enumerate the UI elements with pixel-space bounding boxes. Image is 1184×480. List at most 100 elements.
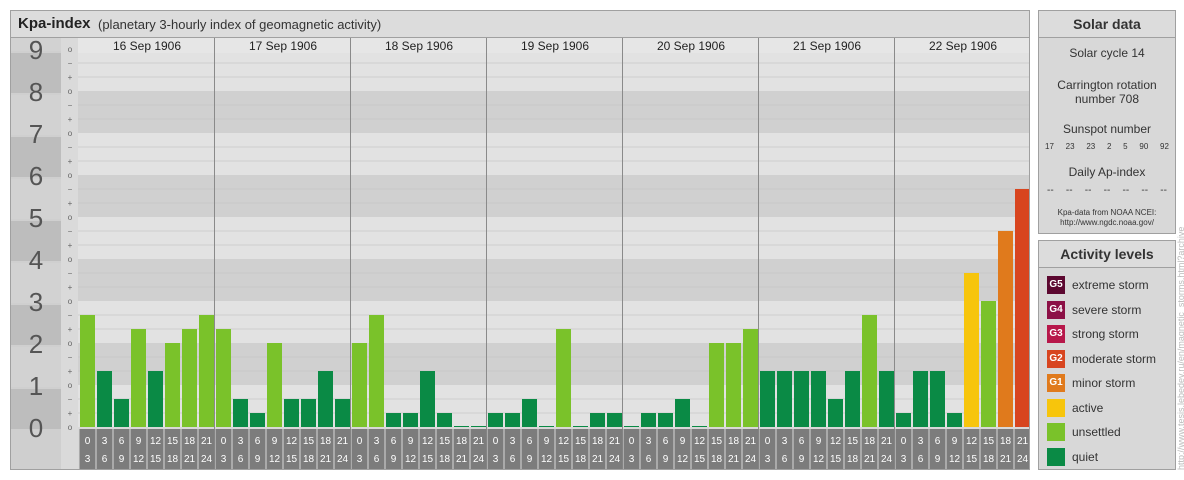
- legend-item: G3 strong storm: [1039, 322, 1175, 347]
- slot-end-label: 9: [527, 454, 533, 465]
- slot-end-label: 3: [85, 454, 91, 465]
- kp-bar: [692, 426, 707, 427]
- kp-bar: [556, 329, 571, 427]
- kp-bar: [148, 371, 163, 427]
- slot-start-label: 12: [150, 436, 162, 447]
- slot-end-label: 24: [609, 454, 621, 465]
- chart-header: Kpa-index (planetary 3-hourly index of g…: [11, 11, 1029, 38]
- sunspot-value: 23: [1086, 142, 1096, 151]
- legend-label: minor storm: [1072, 376, 1136, 390]
- kp-bar: [930, 371, 945, 427]
- kp-bar: [403, 413, 418, 427]
- slot-end-label: 24: [201, 454, 213, 465]
- sub-tick-label: −: [68, 59, 73, 68]
- kp-bar: [97, 371, 112, 427]
- sunspot-values: 17 23 23 2 5 90 92: [1039, 142, 1175, 151]
- slot-start-label: 9: [816, 436, 822, 447]
- slot-start-label: 3: [102, 436, 108, 447]
- kp-bar: [131, 329, 146, 427]
- y-tick-label: 2: [29, 329, 43, 359]
- slot-end-label: 3: [221, 454, 227, 465]
- slot-end-label: 24: [337, 454, 349, 465]
- kp-bar: [199, 314, 214, 427]
- kp-bar: [624, 426, 639, 427]
- slot-start-label: 0: [221, 436, 227, 447]
- slot-start-label: 0: [901, 436, 907, 447]
- slot-start-label: 9: [680, 436, 686, 447]
- slot-end-label: 24: [745, 454, 757, 465]
- slot-end-label: 21: [728, 454, 740, 465]
- kp-bar: [165, 343, 180, 427]
- legend-label: quiet: [1072, 449, 1099, 464]
- kp-bar: [879, 371, 894, 427]
- kp-bar: [114, 398, 129, 427]
- sub-tick-label: o: [68, 213, 73, 222]
- slot-start-label: 21: [609, 436, 621, 447]
- legend-swatch: [1047, 398, 1065, 417]
- sunspot-number-label: Sunspot number: [1062, 122, 1152, 136]
- slot-end-label: 9: [391, 454, 397, 465]
- slot-end-label: 15: [558, 454, 570, 465]
- slot-start-label: 3: [646, 436, 652, 447]
- slot-end-label: 3: [765, 454, 771, 465]
- sub-tick-label: +: [68, 283, 73, 292]
- carrington-label: Carrington rotation: [1057, 78, 1157, 92]
- sub-tick-label: −: [68, 311, 73, 320]
- sub-tick-label: +: [68, 367, 73, 376]
- solar-data-heading: Solar data: [1039, 11, 1175, 38]
- sub-tick-label: +: [68, 409, 73, 418]
- legend-swatch: [1047, 423, 1065, 441]
- slot-start-label: 18: [320, 436, 332, 447]
- slot-end-label: 18: [983, 454, 995, 465]
- slot-start-label: 6: [935, 436, 941, 447]
- slot-end-label: 24: [881, 454, 893, 465]
- slot-end-label: 18: [439, 454, 451, 465]
- sub-tick-label: +: [68, 199, 73, 208]
- slot-start-label: 15: [847, 436, 859, 447]
- legend-swatch: G3: [1047, 325, 1065, 343]
- slot-start-label: 21: [1017, 436, 1029, 447]
- slot-start-label: 0: [85, 436, 91, 447]
- activity-levels-panel: Activity levels G5 extreme storm G4 severe …: [1038, 240, 1176, 470]
- sub-tick-label: −: [68, 143, 73, 152]
- source-watermark: http://www.tesis.lebedev.ru/en/magnetic_…: [1176, 226, 1184, 470]
- kp-band: [78, 91, 1029, 133]
- kp-bar: [182, 329, 197, 427]
- activity-levels-heading: Activity levels: [1039, 241, 1175, 268]
- kp-bar: [573, 426, 588, 427]
- legend-swatch: G2: [1047, 349, 1065, 368]
- kp-bar: [505, 413, 520, 427]
- slot-end-label: 9: [255, 454, 261, 465]
- slot-end-label: 18: [847, 454, 859, 465]
- kp-bar: [284, 398, 299, 427]
- slot-start-label: 15: [711, 436, 723, 447]
- legend-label: moderate storm: [1072, 351, 1157, 366]
- slot-start-label: 9: [408, 436, 414, 447]
- slot-start-label: 6: [663, 436, 669, 447]
- slot-start-label: 15: [983, 436, 995, 447]
- slot-end-label: 9: [119, 454, 125, 465]
- kp-bar: [658, 413, 673, 427]
- sub-tick-label: +: [68, 115, 73, 124]
- kp-bar: [845, 371, 860, 427]
- ap-value: --: [1047, 185, 1054, 196]
- legend-item: G2 moderate storm: [1039, 347, 1175, 372]
- slot-start-label: 6: [799, 436, 805, 447]
- ap-value: --: [1160, 185, 1167, 196]
- kp-bar: [828, 398, 843, 427]
- slot-end-label: 18: [303, 454, 315, 465]
- slot-start-label: 3: [782, 436, 788, 447]
- slot-end-label: 9: [935, 454, 941, 465]
- slot-end-label: 12: [813, 454, 825, 465]
- sunspot-value: 5: [1123, 142, 1128, 151]
- slot-start-label: 0: [493, 436, 499, 447]
- slot-end-label: 3: [901, 454, 907, 465]
- sub-tick-label: −: [68, 269, 73, 278]
- sub-tick-label: o: [68, 45, 73, 54]
- solar-cycle: Solar cycle 14: [1069, 46, 1145, 60]
- slot-end-label: 21: [1000, 454, 1012, 465]
- sub-tick-label: o: [68, 423, 73, 432]
- kp-bar: [726, 343, 741, 427]
- ap-value: --: [1103, 185, 1111, 196]
- slot-start-label: 18: [592, 436, 604, 447]
